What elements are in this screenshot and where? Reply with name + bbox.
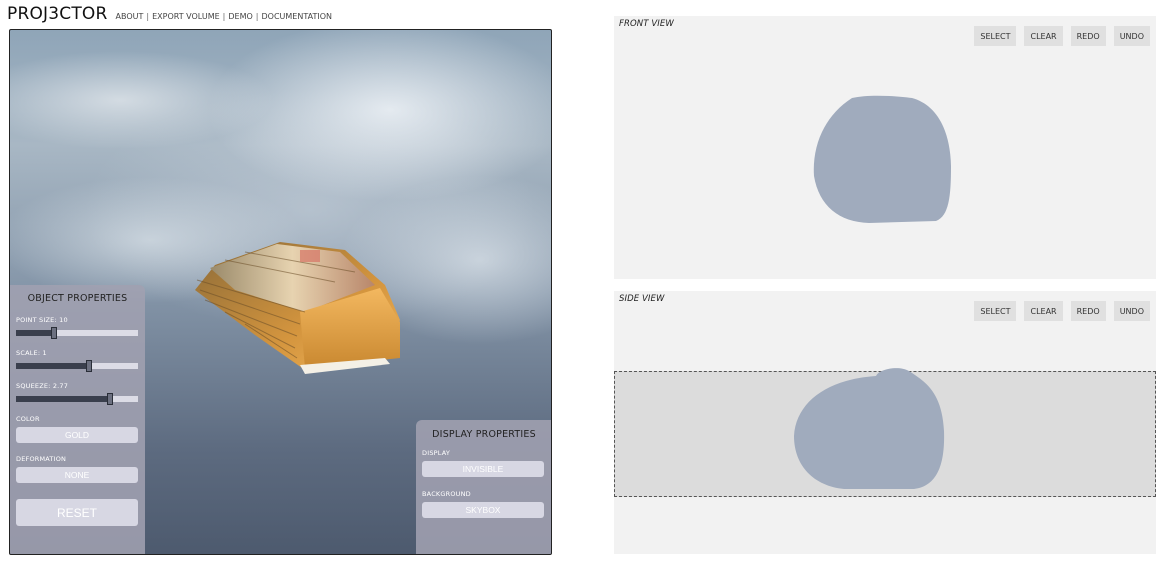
color-select-button[interactable]: GOLD [16,427,138,443]
deformation-label: DEFORMATION [16,455,67,463]
display-properties-title: DISPLAY PROPERTIES [432,429,536,440]
nav-separator: | [222,12,226,21]
slider-thumb[interactable] [51,327,57,339]
slider-thumb[interactable] [107,393,113,405]
front-redo-button[interactable]: REDO [1070,26,1106,46]
background-select-button[interactable]: SKYBOX [422,502,544,518]
app-logo[interactable]: PROJ3CTOR [7,4,108,24]
projected-3d-object[interactable] [185,240,425,380]
slider-thumb[interactable] [86,360,92,372]
front-view-canvas[interactable]: FRONT VIEW SELECT CLEAR REDO UNDO [614,16,1156,279]
side-clear-button[interactable]: CLEAR [1024,301,1063,321]
front-undo-button[interactable]: UNDO [1113,26,1150,46]
point-size-slider[interactable] [16,327,138,339]
slider-fill [16,363,89,369]
front-view-toolbar: SELECT CLEAR REDO UNDO [974,26,1150,46]
slider-fill [16,330,54,336]
nav-separator: | [255,12,259,21]
side-select-button[interactable]: SELECT [974,301,1017,321]
side-redo-button[interactable]: REDO [1070,301,1106,321]
reset-button[interactable]: RESET [16,499,138,526]
side-undo-button[interactable]: UNDO [1113,301,1150,321]
background-label: BACKGROUND [422,490,471,498]
front-select-button[interactable]: SELECT [974,26,1017,46]
display-label: DISPLAY [422,449,451,457]
deformation-select-button[interactable]: NONE [16,467,138,483]
object-properties-title: OBJECT PROPERTIES [27,293,128,304]
nav-about-link[interactable]: ABOUT [116,12,144,21]
squeeze-slider[interactable] [16,393,138,405]
scale-label: SCALE: 1 [16,349,47,357]
3d-viewport[interactable]: OBJECT PROPERTIES POINT SIZE: 10 SCALE: … [9,29,552,555]
scale-slider[interactable] [16,360,138,372]
point-size-label: POINT SIZE: 10 [16,316,68,324]
front-shape [813,95,951,223]
nav-documentation-link[interactable]: DOCUMENTATION [261,12,331,21]
display-properties-panel: DISPLAY PROPERTIES DISPLAY INVISIBLE BAC… [416,420,551,554]
nav-export-volume-link[interactable]: EXPORT VOLUME [152,12,220,21]
front-view-title: FRONT VIEW [619,19,674,29]
front-clear-button[interactable]: CLEAR [1024,26,1063,46]
side-view-canvas[interactable]: SIDE VIEW SELECT CLEAR REDO UNDO [614,291,1156,554]
side-view-title: SIDE VIEW [619,294,665,304]
side-shape [794,368,945,489]
header: PROJ3CTOR ABOUT | EXPORT VOLUME | DEMO |… [7,4,332,26]
color-label: COLOR [16,415,40,423]
display-select-button[interactable]: INVISIBLE [422,461,544,477]
slider-fill [16,396,110,402]
nav-separator: | [146,12,150,21]
front-view-drawing[interactable] [614,16,1156,279]
object-properties-panel: OBJECT PROPERTIES POINT SIZE: 10 SCALE: … [10,285,145,554]
squeeze-label: SQUEEZE: 2.77 [16,382,69,390]
side-view-toolbar: SELECT CLEAR REDO UNDO [974,301,1150,321]
top-nav: ABOUT | EXPORT VOLUME | DEMO | DOCUMENTA… [116,12,332,21]
nav-demo-link[interactable]: DEMO [228,12,252,21]
side-view-drawing[interactable] [614,291,1156,554]
